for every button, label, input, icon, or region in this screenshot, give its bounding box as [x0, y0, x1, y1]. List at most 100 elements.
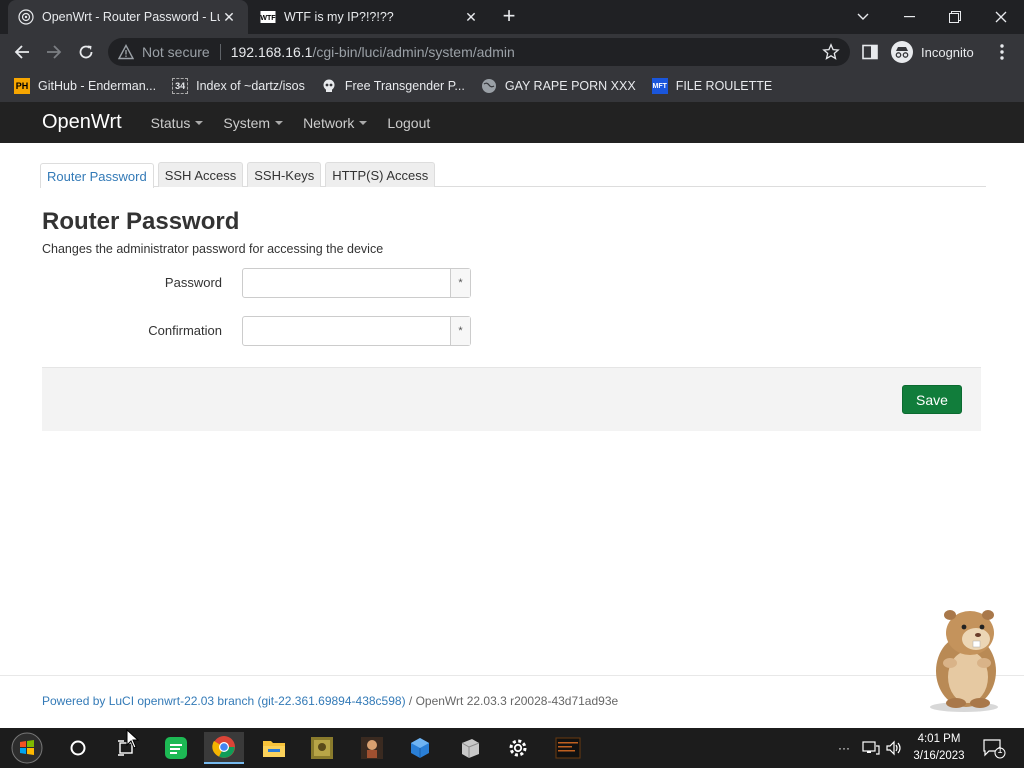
browser-toolbar: Not secure 192.168.16.1/cgi-bin/luci/adm…: [0, 34, 1024, 70]
restore-button[interactable]: [932, 0, 978, 34]
menu-network[interactable]: Network: [303, 114, 368, 131]
tab-title: OpenWrt - Router Password - LuCI: [42, 10, 220, 24]
network-icon[interactable]: [862, 728, 880, 768]
menu-logout[interactable]: Logout: [387, 115, 430, 131]
forward-arrow-icon[interactable]: [41, 40, 67, 64]
incognito-icon: [891, 41, 913, 63]
menu-status[interactable]: Status: [151, 115, 204, 131]
reload-icon[interactable]: [73, 40, 99, 64]
tab-search-chevron-icon[interactable]: [840, 0, 886, 34]
tab-close-icon[interactable]: ✕: [220, 8, 238, 26]
incognito-label: Incognito: [921, 44, 974, 60]
address-divider: [219, 44, 221, 60]
save-button[interactable]: Save: [902, 385, 962, 414]
ph-icon: PH: [14, 78, 30, 94]
caret-down-icon: [195, 120, 204, 125]
bookmark-dartz-isos[interactable]: 34 Index of ~dartz/isos: [172, 78, 305, 94]
terminal-app-icon[interactable]: [548, 732, 588, 764]
mouse-cursor-icon: [126, 728, 140, 749]
clock-time: 4:01 PM: [917, 733, 961, 745]
openwrt-header: OpenWrt Status System Network Logout: [0, 102, 1024, 143]
windows-taskbar: ··· 4:01 PM 3/16/2023 1: [0, 728, 1024, 768]
hamster-mascot-image[interactable]: [920, 605, 1012, 713]
openwrt-favicon-icon: [18, 9, 34, 25]
spotify-green-app-icon[interactable]: [156, 732, 196, 764]
minimize-button[interactable]: [886, 0, 932, 34]
folder-34-icon: 34: [172, 78, 189, 94]
reveal-password-button[interactable]: *: [450, 269, 470, 297]
start-windows-icon[interactable]: [6, 732, 48, 764]
volume-icon[interactable]: [885, 728, 903, 768]
menu-label: Logout: [387, 114, 431, 131]
footer-divider: [0, 675, 1024, 676]
wtf-favicon-icon: WTF: [260, 9, 276, 25]
chrome-taskbar-icon[interactable]: [204, 732, 244, 764]
tab-router-password[interactable]: Router Password: [40, 163, 154, 188]
page-description: Changes the administrator password for a…: [42, 242, 384, 256]
tab-https-access[interactable]: HTTP(S) Access: [325, 162, 436, 187]
browser-tab-wtf[interactable]: WTF WTF is my IP?!?!?? ✕: [250, 0, 490, 34]
bookmarks-bar: PH GitHub - Enderman... 34 Index of ~dar…: [0, 70, 1024, 102]
package-app-icon[interactable]: [450, 732, 490, 764]
bookmark-free-transgender[interactable]: Free Transgender P...: [321, 78, 465, 94]
side-panel-icon[interactable]: [862, 44, 878, 60]
confirmation-label: Confirmation: [148, 323, 222, 338]
mft-icon: MFT: [651, 78, 668, 94]
bookmark-github-enderman[interactable]: PH GitHub - Enderman...: [14, 78, 156, 94]
back-arrow-icon[interactable]: [9, 40, 35, 64]
browser-tab-strip: OpenWrt - Router Password - LuCI ✕ WTF W…: [0, 0, 1024, 34]
confirmation-field[interactable]: *: [242, 316, 471, 346]
page-footer: Powered by LuCI openwrt-22.03 branch (gi…: [42, 694, 618, 708]
bookmark-label: GitHub - Enderman...: [38, 79, 157, 93]
settings-gear-icon[interactable]: [498, 732, 538, 764]
tab-title: WTF is my IP?!?!??: [284, 10, 394, 24]
openwrt-brand[interactable]: OpenWrt: [42, 111, 122, 134]
security-status[interactable]: Not secure: [142, 44, 210, 60]
incognito-profile-button[interactable]: Incognito: [891, 39, 974, 65]
password-label: Password: [164, 275, 222, 290]
form-actions: Save: [42, 367, 981, 431]
close-window-button[interactable]: [978, 0, 1024, 34]
tab-close-icon[interactable]: ✕: [462, 8, 480, 26]
bookmark-label: GAY RAPE PORN XXX: [504, 79, 636, 93]
bookmark-gay-rape[interactable]: GAY RAPE PORN XXX: [481, 78, 636, 94]
browser-menu-icon[interactable]: [994, 42, 1010, 62]
file-explorer-icon[interactable]: [254, 732, 294, 764]
url-host: 192.168.16.1: [230, 44, 313, 60]
browser-tab-openwrt[interactable]: OpenWrt - Router Password - LuCI ✕: [8, 0, 248, 34]
game-app-icon[interactable]: [302, 732, 342, 764]
new-tab-button[interactable]: +: [498, 5, 520, 28]
globe-icon: [481, 78, 497, 94]
warning-triangle-icon[interactable]: [117, 44, 135, 60]
footer-version: / OpenWrt 22.03.3 r20028-43d71ad93e: [405, 694, 619, 708]
tray-overflow-icon[interactable]: ···: [838, 728, 850, 768]
menu-system[interactable]: System: [223, 115, 284, 131]
bookmark-label: Index of ~dartz/isos: [196, 79, 305, 93]
bookmark-file-roulette[interactable]: MFT FILE ROULETTE: [651, 78, 773, 94]
cortana-search-icon[interactable]: [58, 732, 98, 764]
tab-ssh-access[interactable]: SSH Access: [157, 162, 244, 187]
address-bar[interactable]: Not secure 192.168.16.1/cgi-bin/luci/adm…: [108, 38, 850, 66]
action-center-icon[interactable]: 1: [982, 728, 1006, 768]
caret-down-icon: [359, 120, 368, 125]
reveal-confirmation-button[interactable]: *: [450, 317, 470, 345]
taskbar-clock[interactable]: 4:01 PM 3/16/2023: [908, 731, 970, 765]
luci-link[interactable]: Powered by LuCI openwrt-22.03 branch (gi…: [42, 694, 406, 708]
menu-label: Status: [150, 114, 191, 131]
bookmark-star-icon[interactable]: [822, 43, 840, 64]
clock-date: 3/16/2023: [913, 750, 965, 762]
bookmark-label: FILE ROULETTE: [675, 79, 773, 93]
password-field[interactable]: *: [242, 268, 471, 298]
notification-count: 1: [997, 745, 1003, 755]
main-menu: Status System Network Logout: [151, 115, 451, 131]
confirmation-input[interactable]: [243, 317, 450, 345]
tab-ssh-keys[interactable]: SSH-Keys: [247, 162, 322, 187]
password-input[interactable]: [243, 269, 450, 297]
menu-label: Network: [303, 114, 355, 131]
bookmark-label: Free Transgender P...: [344, 79, 465, 93]
admin-tabs: Router Password SSH Access SSH-Keys HTTP…: [40, 162, 986, 188]
skull-icon: [321, 78, 337, 94]
cubes-app-icon[interactable]: [400, 732, 440, 764]
character-app-icon[interactable]: [352, 732, 392, 764]
svg-text:WTF: WTF: [260, 15, 276, 22]
